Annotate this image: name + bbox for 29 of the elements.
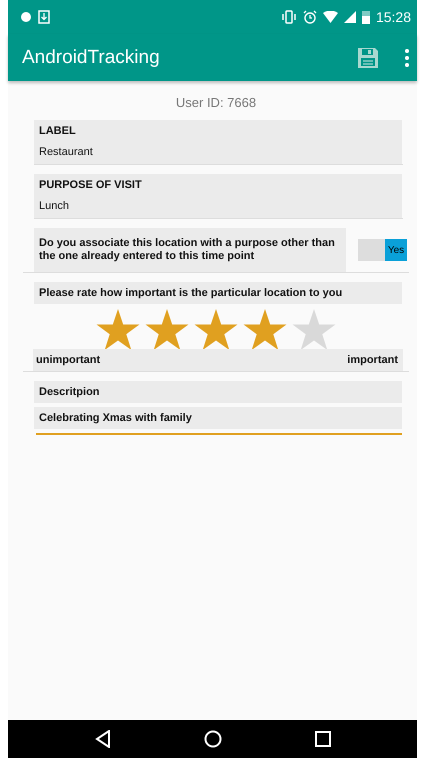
star-icon[interactable]	[96, 309, 140, 352]
battery-icon	[362, 10, 370, 24]
more-icon[interactable]	[405, 48, 409, 66]
text-field[interactable]: LABEL Restaurant	[34, 120, 402, 164]
low-label: unimportant	[36, 354, 100, 366]
home-icon[interactable]	[204, 730, 222, 748]
star-icon[interactable]	[243, 309, 287, 352]
wifi-icon	[322, 11, 338, 23]
question-text: Do you associate this location with a purpose other than the one already entered to this time point	[34, 228, 346, 272]
recents-icon[interactable]	[314, 731, 330, 747]
description-field[interactable]: Celebrating Xmas with family	[34, 407, 402, 430]
user-id: User ID: 7668	[174, 95, 258, 110]
alarm-icon	[302, 10, 317, 24]
rating-prompt: Please rate how important is the particular location to you	[34, 282, 402, 304]
star-icon[interactable]	[145, 309, 189, 352]
star-icon[interactable]	[194, 309, 238, 352]
back-icon[interactable]	[94, 730, 110, 748]
star-icon[interactable]	[292, 309, 336, 352]
toggle-switch[interactable]: Yes	[358, 239, 407, 262]
clock-time: 15:28	[376, 9, 411, 25]
signal-icon	[344, 11, 356, 23]
high-label: important	[347, 354, 398, 366]
vibrate-icon	[280, 10, 297, 24]
dot-icon	[20, 11, 32, 23]
description-label: Descritpion	[34, 381, 402, 404]
download-icon	[38, 10, 50, 24]
app-title: AndroidTracking	[22, 46, 161, 68]
save-icon[interactable]	[357, 46, 379, 68]
text-field[interactable]: PURPOSE OF VISIT Lunch	[34, 174, 402, 218]
